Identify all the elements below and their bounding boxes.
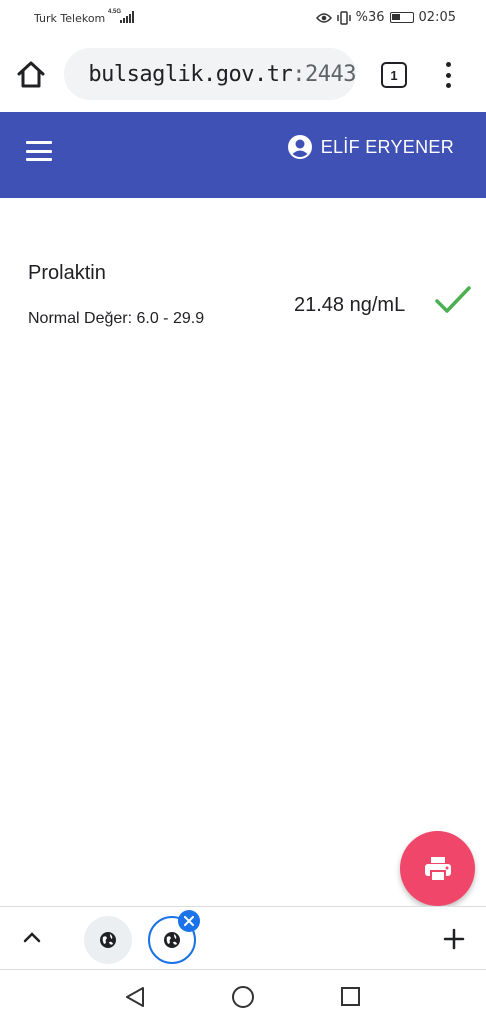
normal-range-value: 6.0 - 29.9 bbox=[136, 310, 205, 327]
clock: 02:05 bbox=[418, 10, 456, 25]
battery-percent: %36 bbox=[355, 10, 385, 25]
address-bar[interactable]: bulsaglik.gov.tr:2443 bbox=[64, 48, 356, 100]
user-name: ELİF ERYENER bbox=[320, 136, 454, 157]
tab-count: 1 bbox=[390, 67, 398, 83]
check-icon bbox=[435, 286, 471, 313]
browser-menu-button[interactable] bbox=[436, 60, 460, 90]
globe-icon bbox=[100, 932, 116, 948]
tab-thumbnail[interactable] bbox=[84, 916, 132, 964]
battery-icon bbox=[389, 12, 414, 23]
url-port: :2443 bbox=[292, 61, 356, 87]
eye-icon bbox=[315, 12, 332, 23]
normal-range: Normal Değer: 6.0 - 29.9 bbox=[28, 310, 204, 328]
signal-icon bbox=[120, 11, 134, 23]
recents-square-icon[interactable] bbox=[341, 987, 360, 1006]
account-circle-icon bbox=[287, 135, 312, 159]
globe-icon bbox=[164, 932, 180, 948]
print-button[interactable] bbox=[400, 831, 475, 906]
browser-toolbar: bulsaglik.gov.tr:2443 1 bbox=[0, 38, 486, 112]
menu-dot bbox=[445, 72, 451, 78]
test-name: Prolaktin bbox=[28, 262, 106, 284]
test-value: 21.48 ng/mL bbox=[294, 294, 406, 316]
app-bar: ELİF ERYENER bbox=[0, 112, 486, 198]
status-right: %36 02:05 bbox=[315, 10, 456, 25]
url-host: bulsaglik.gov.tr bbox=[88, 61, 293, 87]
home-button[interactable] bbox=[14, 58, 48, 92]
user-account[interactable]: ELİF ERYENER bbox=[287, 134, 454, 160]
chevron-up-icon[interactable] bbox=[22, 927, 42, 947]
home-circle-icon[interactable] bbox=[232, 986, 254, 1008]
close-icon bbox=[184, 916, 194, 926]
test-result-item: Prolaktin Normal Değer: 6.0 - 29.9 21.48… bbox=[28, 262, 474, 327]
system-nav-bar bbox=[0, 970, 486, 1024]
new-tab-plus-icon[interactable] bbox=[442, 927, 466, 951]
back-triangle-icon[interactable] bbox=[124, 986, 146, 1008]
vibrate-icon bbox=[336, 10, 351, 25]
tab-strip bbox=[0, 906, 486, 970]
menu-dot bbox=[445, 62, 451, 67]
close-tab-button[interactable] bbox=[178, 910, 200, 932]
carrier-name: Turk Telekom bbox=[34, 12, 106, 25]
hamburger-menu-icon[interactable] bbox=[26, 141, 52, 161]
tab-switcher-button[interactable]: 1 bbox=[381, 62, 407, 88]
menu-dot bbox=[445, 83, 451, 88]
status-bar: Turk Telekom 4.5G %36 02:05 bbox=[0, 0, 486, 38]
home-icon bbox=[17, 61, 45, 88]
print-icon bbox=[424, 856, 451, 882]
normal-range-label: Normal Değer: bbox=[28, 310, 133, 327]
